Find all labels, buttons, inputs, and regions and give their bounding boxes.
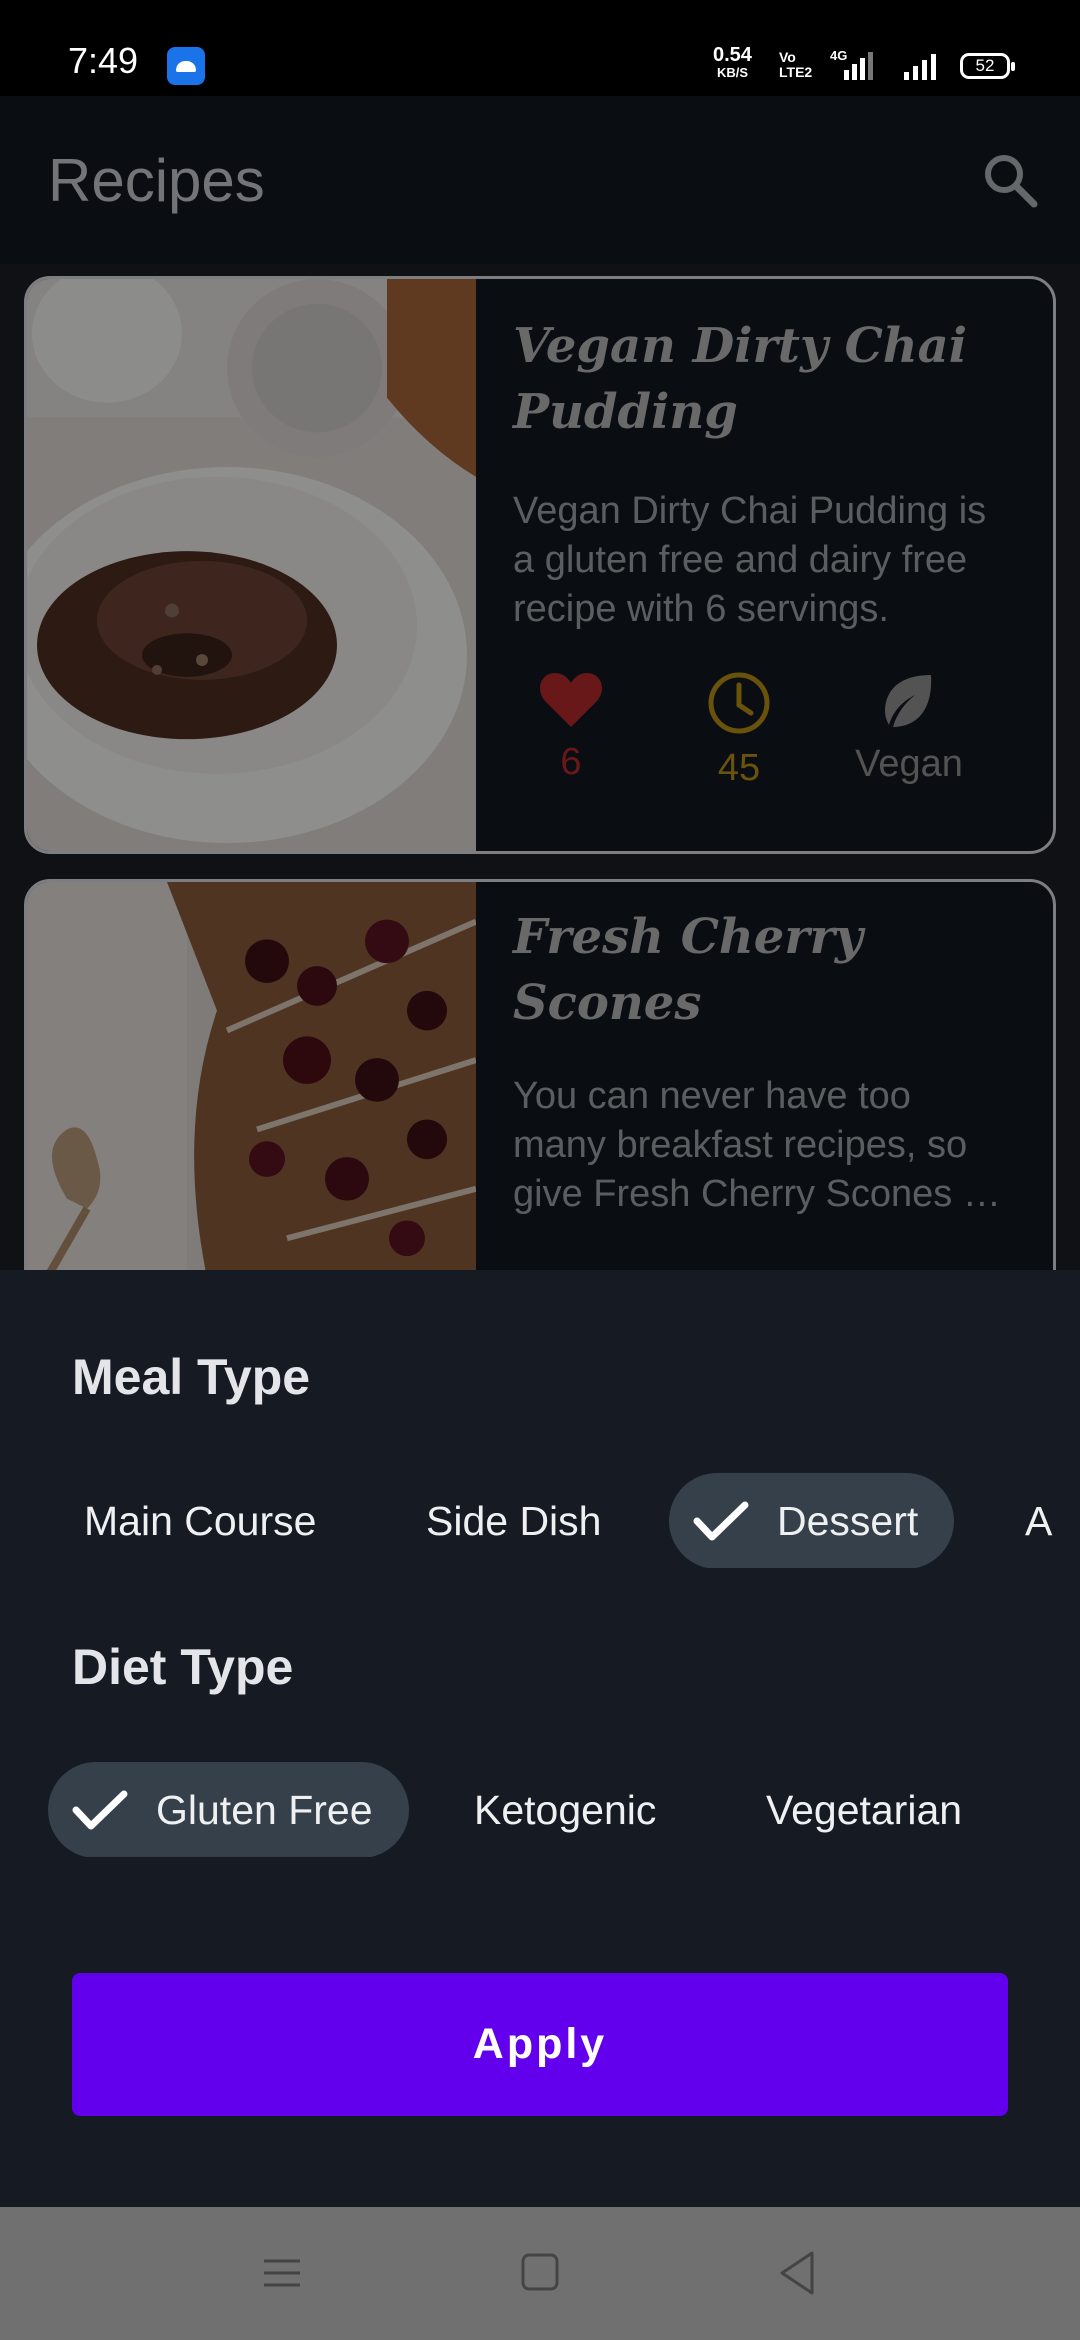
diet-type-title: Diet Type (72, 1639, 294, 1695)
chip-side-dish[interactable]: Side Dish (390, 1473, 637, 1568)
diet-type-chips[interactable]: Gluten Free Ketogenic Vegetarian (0, 1757, 1080, 1857)
home-icon[interactable] (508, 2241, 572, 2305)
back-icon[interactable] (766, 2241, 830, 2305)
signal-icon (904, 54, 936, 80)
chip-partial[interactable]: A (989, 1473, 1080, 1568)
meal-type-chips[interactable]: Main Course Side Dish Dessert A (0, 1468, 1080, 1568)
apply-button[interactable]: Apply (72, 1973, 1008, 2116)
battery-icon: 52 (960, 53, 1015, 79)
volte-indicator: Vo LTE2 (779, 49, 813, 80)
chip-label: Gluten Free (156, 1787, 373, 1833)
menu-icon[interactable] (250, 2241, 314, 2305)
check-icon (72, 1790, 128, 1830)
android-notification-icon (167, 47, 205, 85)
filter-bottom-sheet: Meal Type Main Course Side Dish Dessert … (0, 1270, 1080, 2207)
status-time: 7:49 (68, 40, 139, 81)
chip-vegetarian[interactable]: Vegetarian (730, 1762, 998, 1857)
check-icon (693, 1501, 749, 1541)
network-speed: 0.54 KB/S (713, 44, 752, 80)
navigation-bar (0, 2207, 1080, 2340)
chip-gluten-free[interactable]: Gluten Free (48, 1762, 409, 1857)
status-bar: 7:49 0.54 KB/S Vo LTE2 4G 52 (0, 0, 1080, 96)
chip-label: Dessert (777, 1498, 919, 1544)
chip-main-course[interactable]: Main Course (48, 1473, 352, 1568)
chip-dessert[interactable]: Dessert (669, 1473, 955, 1568)
signal-4g-icon: 4G (830, 48, 873, 80)
svg-text:4G: 4G (830, 48, 847, 63)
dim-scrim[interactable] (0, 96, 1080, 1270)
meal-type-title: Meal Type (72, 1349, 311, 1405)
chip-ketogenic[interactable]: Ketogenic (438, 1762, 692, 1857)
